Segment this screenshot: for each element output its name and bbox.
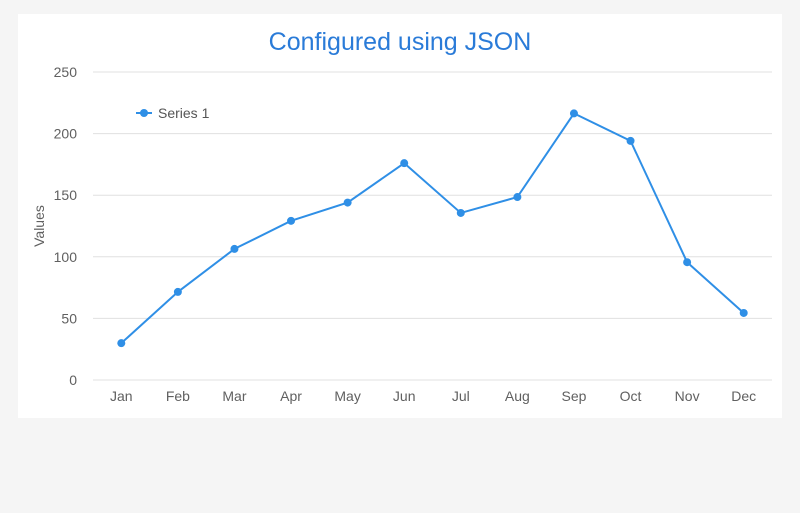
chart-title: Configured using JSON	[269, 28, 532, 56]
series-line	[120, 112, 745, 344]
y-tick-label: 150	[54, 187, 78, 203]
x-tick-label: Aug	[505, 388, 530, 404]
x-tick-label: Oct	[620, 388, 642, 404]
data-point[interactable]	[513, 193, 522, 202]
y-tick-label: 50	[61, 310, 77, 326]
x-tick-label: Dec	[731, 388, 756, 404]
y-tick-label: 200	[54, 126, 78, 142]
legend-item-label[interactable]: Series 1	[158, 105, 210, 121]
x-tick-label: Jan	[110, 388, 133, 404]
data-point[interactable]	[400, 159, 409, 168]
x-axis-ticks: Jan Feb Mar Apr May Jun Jul Aug Sep Oct Nov Dec	[110, 388, 756, 404]
legend-marker-icon	[140, 109, 148, 117]
data-point[interactable]	[343, 198, 352, 207]
x-tick-label: Nov	[675, 388, 700, 404]
data-point[interactable]	[117, 339, 126, 348]
data-point[interactable]	[173, 287, 182, 296]
data-point[interactable]	[569, 109, 578, 118]
y-tick-label: 0	[69, 372, 77, 388]
x-tick-label: May	[334, 388, 360, 404]
x-tick-label: Sep	[561, 388, 586, 404]
y-axis-ticks: 0 50 100 150 200 250	[54, 64, 78, 388]
data-point[interactable]	[683, 258, 692, 267]
data-point[interactable]	[230, 244, 239, 253]
y-tick-label: 100	[54, 249, 78, 265]
x-tick-label: Jun	[393, 388, 416, 404]
legend[interactable]: Series 1	[136, 105, 210, 121]
x-tick-label: Jul	[452, 388, 470, 404]
y-axis-title: Values	[31, 205, 47, 247]
series-group	[117, 109, 748, 348]
data-point[interactable]	[626, 136, 635, 145]
data-point[interactable]	[287, 216, 296, 225]
x-tick-label: Feb	[166, 388, 190, 404]
x-tick-label: Mar	[222, 388, 246, 404]
data-point[interactable]	[456, 208, 465, 217]
y-tick-label: 250	[54, 64, 78, 80]
x-tick-label: Apr	[280, 388, 302, 404]
data-point[interactable]	[739, 308, 748, 317]
line-chart: Configured using JSON 0 50 100 150 200 250 Ja…	[31, 28, 772, 404]
